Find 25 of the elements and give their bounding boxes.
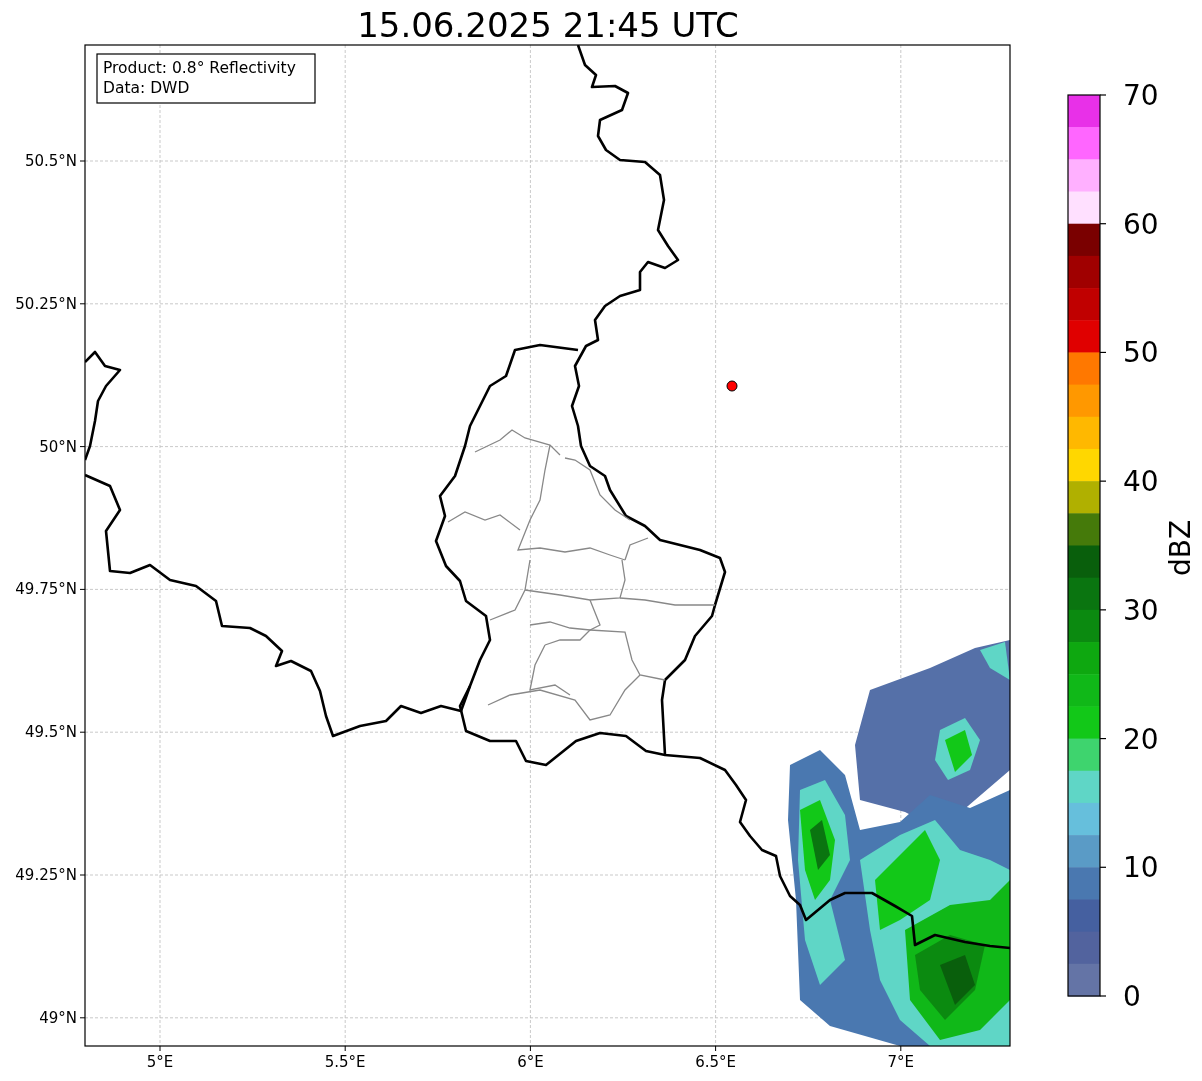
colorbar-tick-label: 30 <box>1123 593 1159 627</box>
latitude-label: 49°N <box>39 1008 77 1027</box>
longitude-label: 7°E <box>887 1053 915 1071</box>
longitude-label: 6°E <box>517 1053 544 1071</box>
info-text: Product: 0.8° Reflectivity <box>103 59 296 77</box>
colorbar-tick-label: 20 <box>1123 722 1159 756</box>
latitude-label: 50.25°N <box>15 294 77 313</box>
latitude-label: 49.5°N <box>24 723 77 742</box>
longitude-label: 5.5°E <box>324 1053 366 1071</box>
latitude-label: 50.5°N <box>24 152 77 170</box>
latitude-label: 50°N <box>39 437 77 456</box>
colorbar-tick-label: 0 <box>1123 980 1141 1013</box>
colorbar-tick-label: 50 <box>1123 336 1159 370</box>
colorbar-tick-label: 70 <box>1123 79 1159 112</box>
colorbar-label: dBZ <box>1164 519 1197 577</box>
info-text: Data: DWD <box>103 79 190 97</box>
radar-site-marker <box>726 380 738 392</box>
longitude-label: 6.5°E <box>695 1053 736 1071</box>
chart-title: 15.06.2025 21:45 UTC <box>357 5 739 45</box>
longitude-label: 5°E <box>146 1053 174 1071</box>
latitude-label: 49.25°N <box>15 866 77 884</box>
colorbar-tick-label: 10 <box>1123 851 1159 885</box>
latitude-label: 49.75°N <box>15 580 77 599</box>
colorbar-tick-label: 40 <box>1123 465 1159 499</box>
colorbar-tick-label: 60 <box>1123 207 1159 241</box>
